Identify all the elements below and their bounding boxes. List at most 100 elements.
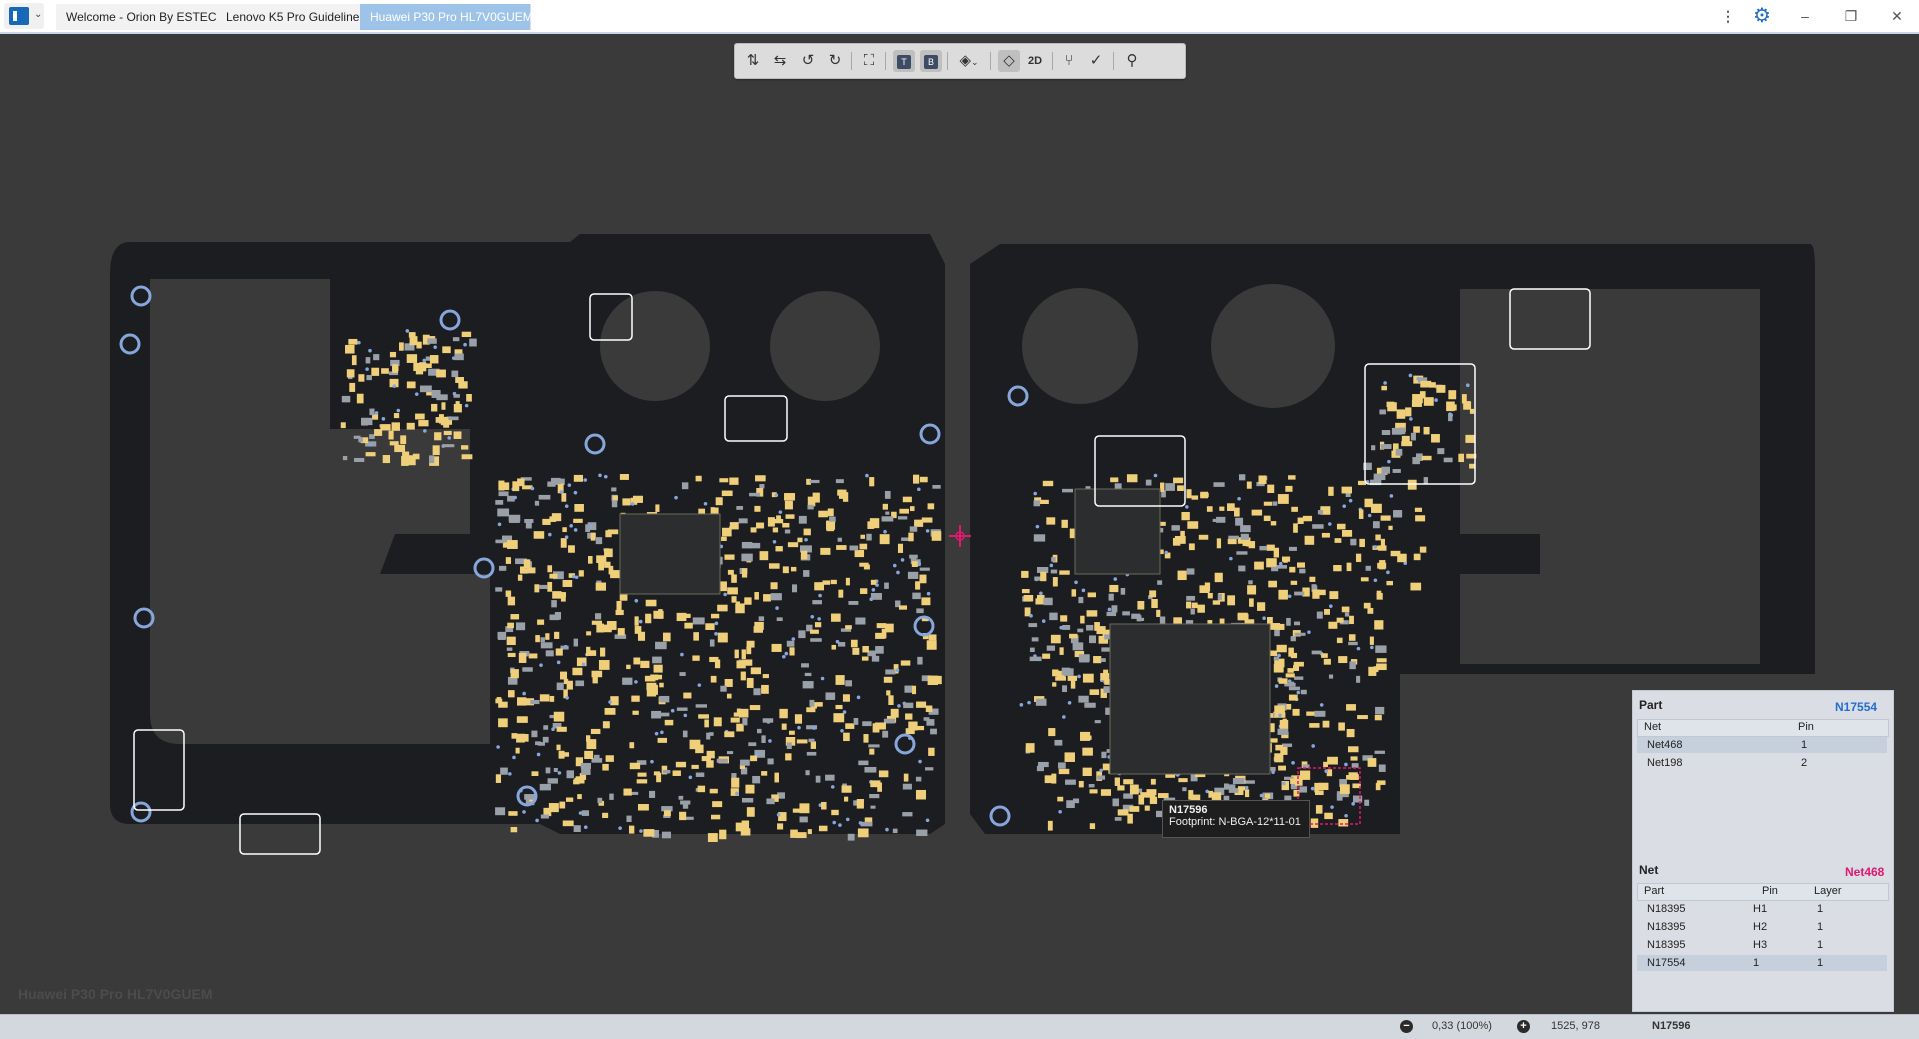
smd-pad xyxy=(818,510,828,518)
smd-pad xyxy=(857,828,869,838)
component-body xyxy=(1185,620,1194,625)
smd-pad xyxy=(1309,723,1320,728)
smd-pad xyxy=(573,474,584,482)
search-icon[interactable]: ⚲ xyxy=(1121,50,1143,72)
smd-pad xyxy=(1463,401,1472,410)
zoom-in-button[interactable]: + xyxy=(1517,1020,1530,1033)
smd-pad xyxy=(842,492,849,502)
smd-pad xyxy=(788,730,795,735)
via xyxy=(639,829,643,833)
smd-pad xyxy=(1100,789,1112,796)
component-body xyxy=(1065,779,1076,785)
close-button[interactable]: ✕ xyxy=(1882,4,1912,28)
smd-pad xyxy=(1329,591,1339,600)
via xyxy=(374,411,379,415)
smd-pad xyxy=(1268,580,1278,588)
component-body xyxy=(917,656,923,665)
smd-pad xyxy=(602,763,609,771)
smd-pad xyxy=(835,675,845,685)
component-body xyxy=(609,793,614,800)
component-body xyxy=(1410,432,1416,441)
smd-pad xyxy=(1290,652,1298,659)
smd-pad xyxy=(1144,805,1150,811)
table-row[interactable]: N18395 H1 1 xyxy=(1637,901,1887,917)
component-body xyxy=(776,617,783,621)
smd-pad xyxy=(1367,607,1374,614)
net-route-icon[interactable]: ⑂ xyxy=(1058,50,1080,72)
table-row[interactable]: Net468 1 xyxy=(1637,737,1887,753)
component-body xyxy=(500,767,508,775)
component-body xyxy=(1238,474,1246,481)
via xyxy=(680,652,684,657)
smd-pad xyxy=(547,581,553,592)
smd-pad xyxy=(542,518,551,525)
smd-pad xyxy=(749,705,761,711)
fit-screen-icon[interactable]: ⛶ xyxy=(858,50,880,72)
via xyxy=(1262,616,1266,621)
component-body xyxy=(453,394,460,398)
smd-pad xyxy=(598,562,605,571)
component-body xyxy=(495,587,503,592)
component-body xyxy=(884,490,891,499)
table-row[interactable]: N17554 1 1 xyxy=(1637,955,1887,971)
gear-icon[interactable]: ⚙ xyxy=(1747,4,1777,28)
table-row[interactable]: N18395 H3 1 xyxy=(1637,937,1887,953)
via xyxy=(392,384,397,388)
tab-lenovo-k5-pro[interactable]: Lenovo K5 Pro Guideline xyxy=(216,4,363,30)
smd-pad xyxy=(750,755,758,762)
component-body xyxy=(1294,632,1306,636)
smd-pad xyxy=(1413,426,1420,433)
flip-vertical-icon[interactable]: ⇆ xyxy=(769,50,791,72)
rotate-left-icon[interactable]: ↺ xyxy=(797,50,819,72)
via xyxy=(559,490,564,494)
tab-huawei-p30-pro[interactable]: Huawei P30 Pro HL7V0GUEM xyxy=(360,4,533,30)
smd-pad xyxy=(869,748,875,755)
smd-pad xyxy=(1292,708,1300,716)
bga-chip xyxy=(619,513,721,595)
flip-horizontal-icon[interactable]: ⇅ xyxy=(742,50,764,72)
smd-pad xyxy=(549,573,558,579)
smd-pad xyxy=(517,574,523,581)
net-table-header: Part Pin Layer xyxy=(1637,883,1889,901)
smd-pad xyxy=(731,574,737,583)
measure-icon[interactable]: ✓ xyxy=(1085,50,1107,72)
rotate-right-icon[interactable]: ↻ xyxy=(824,50,846,72)
camera-cutout xyxy=(1022,288,1138,404)
layers-icon[interactable]: ◈⌄ xyxy=(954,50,984,72)
via xyxy=(840,728,844,733)
toolbar-divider xyxy=(990,52,991,70)
more-vertical-icon[interactable]: ⋮ xyxy=(1713,4,1743,28)
component-body xyxy=(1288,546,1297,551)
zoom-out-button[interactable]: − xyxy=(1400,1020,1413,1033)
smd-pad xyxy=(637,804,649,811)
smd-pad xyxy=(429,355,439,364)
component-body xyxy=(1349,661,1356,670)
minimize-button[interactable]: – xyxy=(1790,4,1820,28)
via xyxy=(917,561,922,566)
component-body xyxy=(1371,445,1376,451)
view-2d-button[interactable]: 2D xyxy=(1024,50,1046,72)
component-body xyxy=(1031,637,1039,642)
maximize-button[interactable]: ❐ xyxy=(1836,4,1866,28)
smd-pad xyxy=(676,612,687,622)
component-body xyxy=(1288,686,1300,691)
smd-pad xyxy=(1173,617,1182,625)
smd-pad xyxy=(843,732,850,742)
via xyxy=(832,820,837,825)
smd-pad xyxy=(762,674,769,679)
tab-welcome[interactable]: Welcome - Orion By ESTECH xyxy=(56,4,225,30)
smd-pad xyxy=(754,592,759,600)
component-body xyxy=(1375,645,1387,653)
table-row[interactable]: N18395 H2 1 xyxy=(1637,919,1887,935)
parts-icon[interactable]: ◇ xyxy=(998,50,1020,72)
smd-pad xyxy=(653,771,661,776)
smd-pad xyxy=(1378,545,1387,551)
app-menu-button[interactable]: ⌄ xyxy=(4,3,44,29)
top-layer-button[interactable]: T xyxy=(893,50,915,72)
via xyxy=(1081,588,1086,593)
bottom-layer-button[interactable]: B xyxy=(920,50,942,72)
table-row[interactable]: Net198 2 xyxy=(1637,755,1887,771)
component-body xyxy=(903,702,914,709)
component-body xyxy=(1344,612,1350,617)
component-body xyxy=(1182,787,1187,792)
